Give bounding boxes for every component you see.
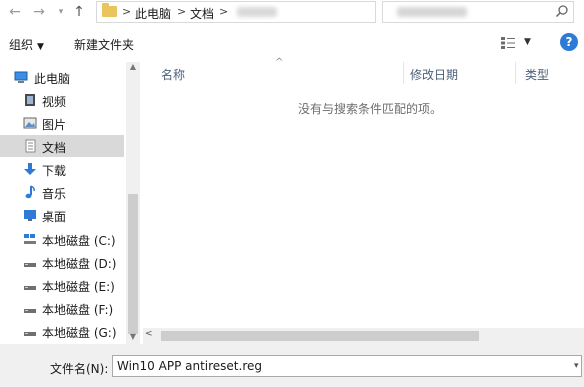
up-button[interactable]: ↑ xyxy=(70,2,88,22)
new-folder-button[interactable]: 新建文件夹 xyxy=(74,36,134,53)
nav-item-music[interactable]: 音乐 xyxy=(0,181,124,203)
empty-folder-message: 没有与搜索条件匹配的项。 xyxy=(298,102,443,116)
recent-dropdown-button[interactable]: ▾ xyxy=(52,2,70,22)
nav-item-videos[interactable]: 视频 xyxy=(0,89,124,111)
scroll-left-icon[interactable]: < xyxy=(145,329,153,339)
drive-c-icon xyxy=(24,234,36,244)
pictures-icon xyxy=(23,117,37,129)
nav-item-label: 图片 xyxy=(42,118,67,132)
help-icon[interactable]: ? xyxy=(560,33,578,51)
nav-item-drive-d[interactable]: 本地磁盘 (D:) xyxy=(0,251,124,273)
breadcrumb-documents[interactable]: 文档 xyxy=(190,5,214,22)
drive-icon xyxy=(24,263,36,267)
file-list[interactable]: ^ 名称 修改日期 类型 没有与搜索条件匹配的项。 xyxy=(143,57,584,344)
nav-item-drive-g[interactable]: 本地磁盘 (G:) xyxy=(0,320,124,342)
nav-item-desktop[interactable]: 桌面 xyxy=(0,204,124,226)
organize-label: 组织 xyxy=(9,38,34,52)
desktop-icon xyxy=(24,210,36,221)
nav-item-label: 桌面 xyxy=(42,210,67,224)
column-header-name[interactable]: 名称 xyxy=(161,66,185,83)
computer-icon xyxy=(14,71,28,83)
breadcrumb-separator[interactable]: > xyxy=(219,5,228,18)
breadcrumb-separator[interactable]: > xyxy=(122,5,131,18)
scroll-down-icon[interactable]: ▼ xyxy=(126,332,140,344)
column-header-modified[interactable]: 修改日期 xyxy=(410,66,458,83)
nav-item-label: 此电脑 xyxy=(34,72,71,86)
chevron-down-icon: ▼ xyxy=(37,42,44,52)
nav-item-label: 文档 xyxy=(42,141,67,155)
nav-item-label: 视频 xyxy=(42,95,67,109)
search-placeholder-blurred xyxy=(397,7,467,17)
nav-item-drive-f[interactable]: 本地磁盘 (F:) xyxy=(0,297,124,319)
breadcrumb-this-pc[interactable]: 此电脑 xyxy=(135,5,171,22)
filename-input[interactable] xyxy=(112,355,582,377)
nav-item-label: 本地磁盘 (F:) xyxy=(42,303,114,317)
nav-item-label: 下载 xyxy=(42,164,67,178)
nav-item-drive-c[interactable]: 本地磁盘 (C:) xyxy=(0,228,124,250)
scrollbar-thumb[interactable] xyxy=(128,194,138,334)
address-row: ← → ▾ ↑ > 此电脑 > 文档 > ▾ ⟳ xyxy=(0,0,584,24)
file-list-horizontal-scrollbar[interactable]: < xyxy=(143,328,584,344)
nav-item-this-pc[interactable]: 此电脑 xyxy=(0,66,124,88)
scroll-up-icon[interactable]: ▲ xyxy=(126,62,140,74)
drive-icon xyxy=(24,309,36,313)
column-divider[interactable] xyxy=(403,62,404,84)
filename-dropdown-icon[interactable]: ▾ xyxy=(574,361,579,371)
breadcrumb-blurred-folder[interactable] xyxy=(237,7,277,17)
video-icon xyxy=(25,94,35,106)
organize-button[interactable]: 组织 ▼ xyxy=(9,36,44,53)
view-options-icon[interactable] xyxy=(500,36,516,50)
nav-item-label: 音乐 xyxy=(42,187,67,201)
view-dropdown-icon[interactable]: ▼ xyxy=(524,37,531,47)
breadcrumb-separator[interactable]: > xyxy=(177,5,186,18)
navigation-scrollbar[interactable]: ▲ ▼ xyxy=(126,62,140,344)
scrollbar-thumb[interactable] xyxy=(161,331,479,341)
documents-icon xyxy=(25,139,36,153)
navigation-pane: 此电脑 视频 图片 文档 下载 音乐 桌面 本地磁盘 (C:) 本地磁盘 (D:… xyxy=(0,62,140,344)
search-input[interactable] xyxy=(382,1,574,23)
nav-item-label: 本地磁盘 (E:) xyxy=(42,280,115,294)
back-button[interactable]: ← xyxy=(6,2,24,22)
nav-item-label: 本地磁盘 (C:) xyxy=(42,234,116,248)
drive-icon xyxy=(24,286,36,290)
column-divider[interactable] xyxy=(515,62,516,84)
sort-ascending-icon: ^ xyxy=(275,57,284,68)
music-icon xyxy=(25,185,35,199)
forward-button[interactable]: → xyxy=(30,2,48,22)
address-bar[interactable]: > 此电脑 > 文档 > ▾ ⟳ xyxy=(96,1,466,23)
nav-item-drive-e[interactable]: 本地磁盘 (E:) xyxy=(0,274,124,296)
nav-item-label: 本地磁盘 (D:) xyxy=(42,257,117,271)
nav-item-label: 本地磁盘 (G:) xyxy=(42,326,117,340)
nav-item-documents[interactable]: 文档 xyxy=(0,135,124,157)
command-bar: 组织 ▼ 新建文件夹 ▼ ? xyxy=(0,30,584,56)
nav-item-downloads[interactable]: 下载 xyxy=(0,158,124,180)
filename-bar: 文件名(N): ▾ xyxy=(0,344,584,387)
folder-icon xyxy=(102,3,117,17)
search-icon[interactable] xyxy=(555,4,569,18)
filename-label: 文件名(N): xyxy=(50,362,109,376)
nav-item-pictures[interactable]: 图片 xyxy=(0,112,124,134)
column-header-type[interactable]: 类型 xyxy=(525,66,549,83)
download-icon xyxy=(24,163,36,175)
drive-icon xyxy=(24,332,36,336)
